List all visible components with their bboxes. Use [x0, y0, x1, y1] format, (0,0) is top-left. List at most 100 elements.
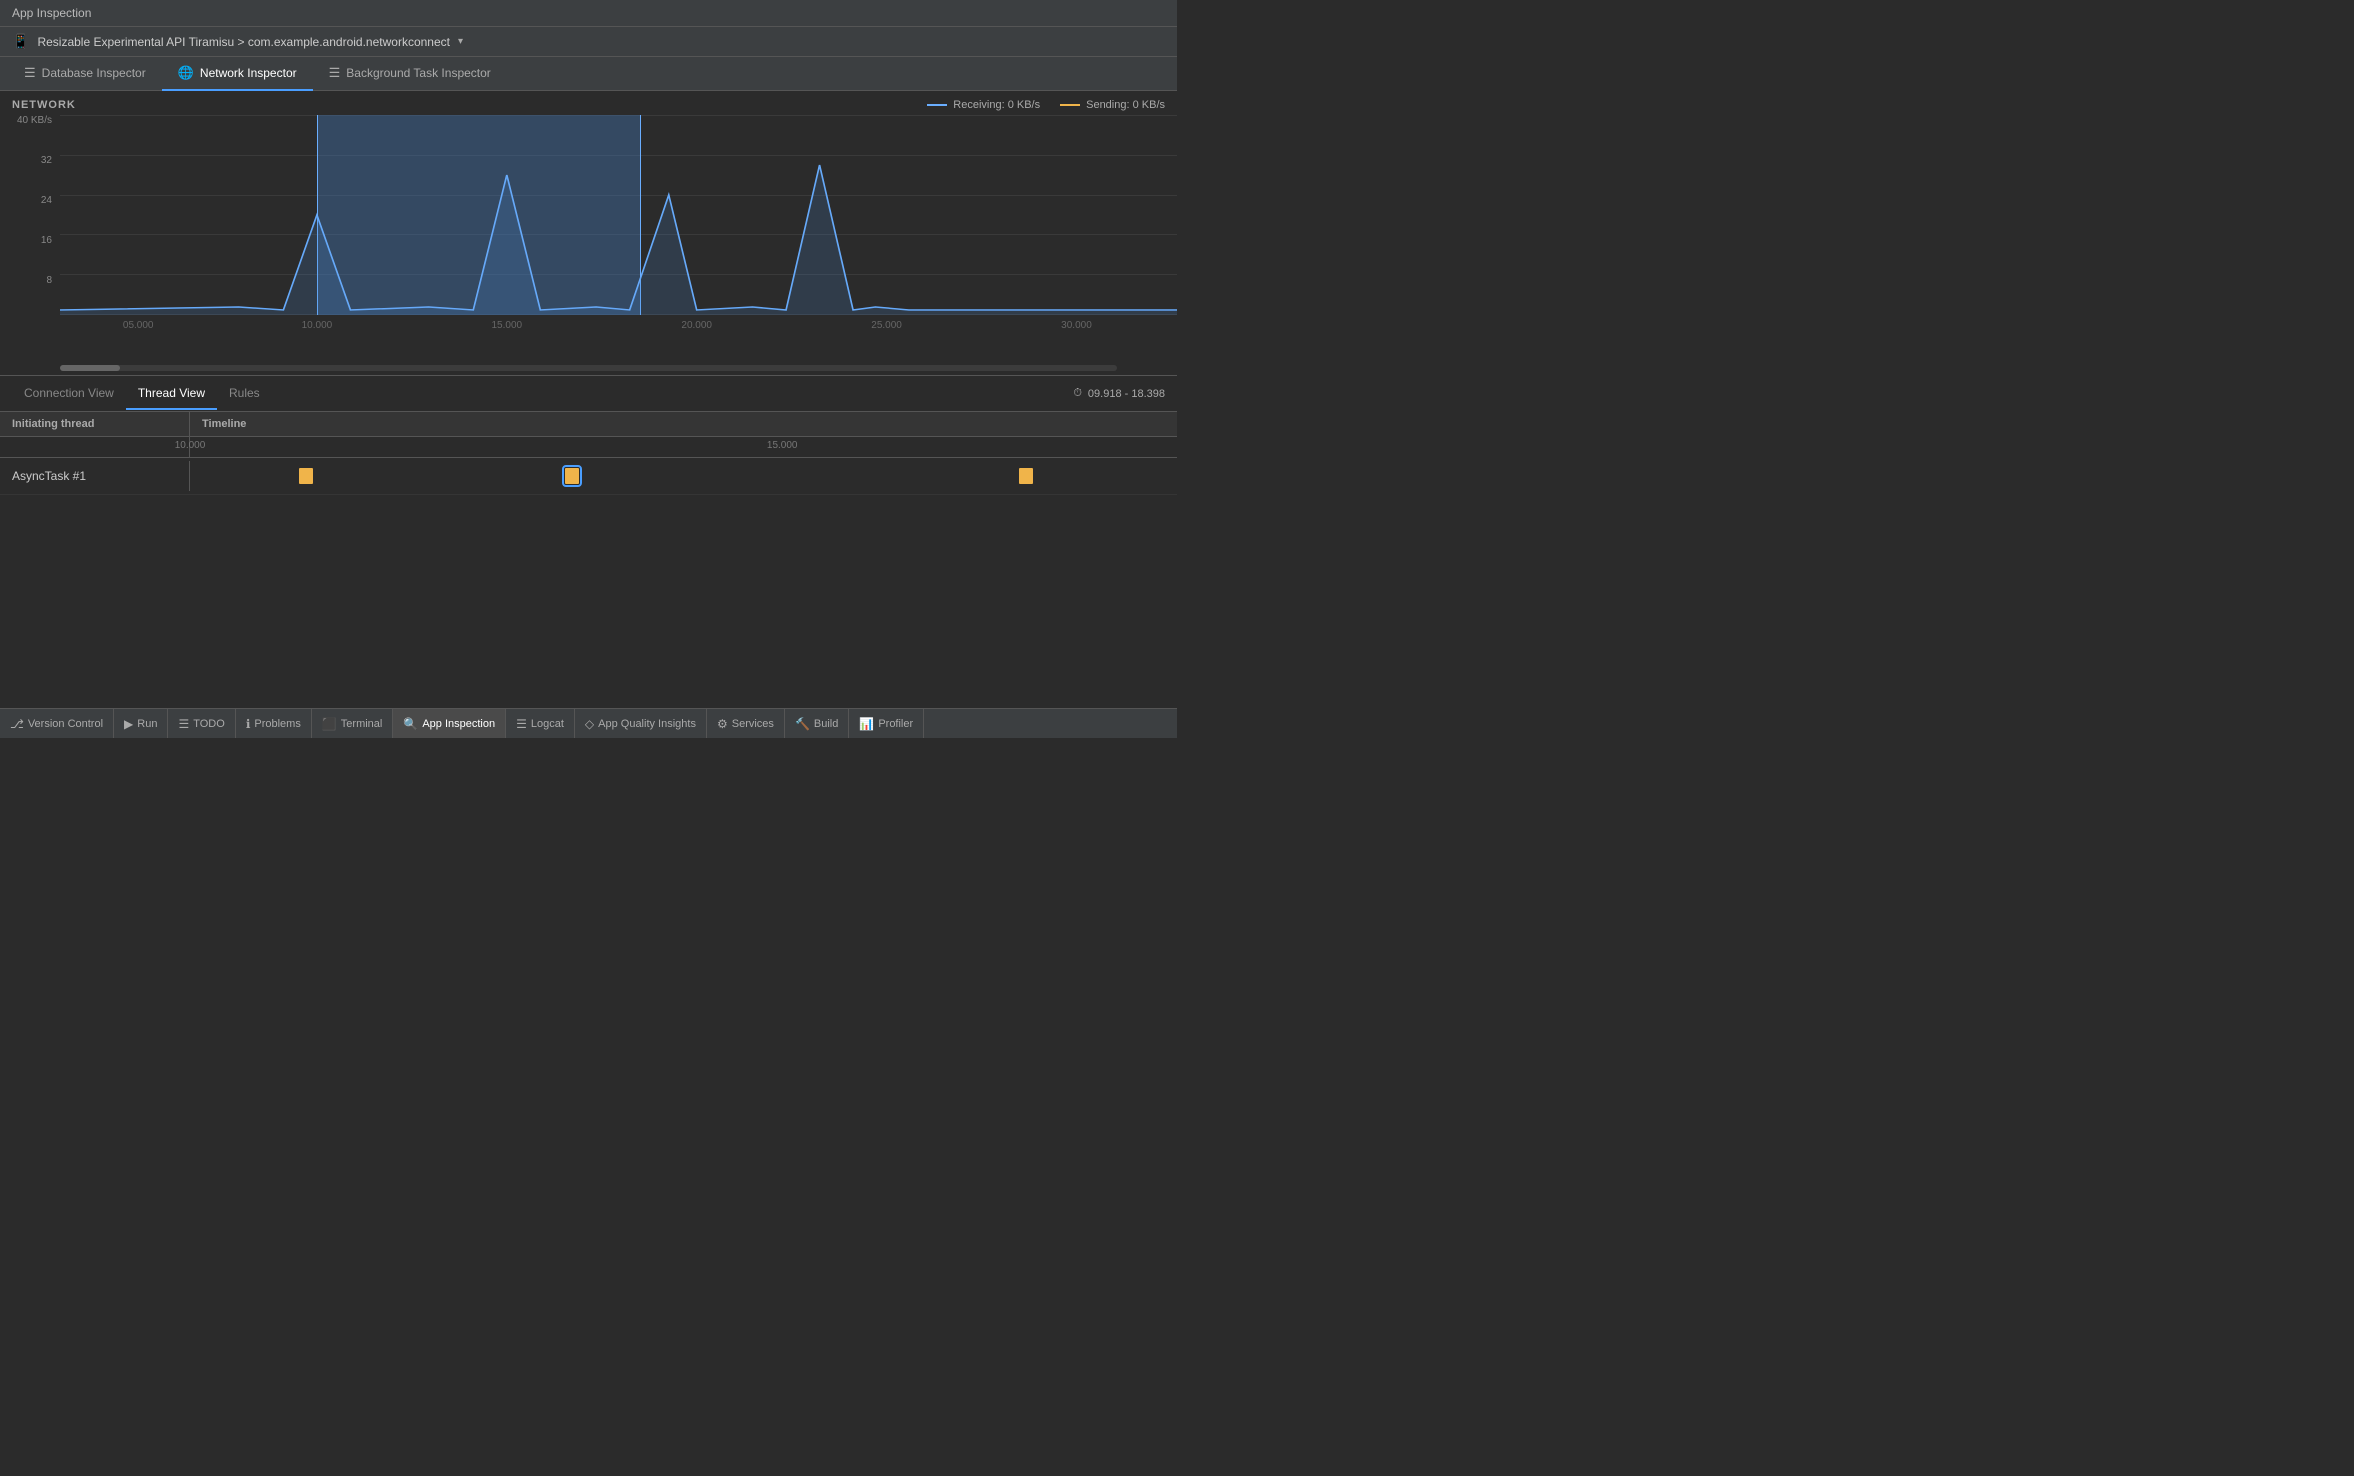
- logcat-icon: ☰: [516, 717, 527, 731]
- tab-background[interactable]: ☰ Background Task Inspector: [313, 57, 507, 91]
- legend-receiving: Receiving: 0 KB/s: [927, 99, 1040, 111]
- x-tick-15: 15.000: [492, 320, 523, 331]
- logcat-label: Logcat: [531, 718, 564, 730]
- device-chevron-icon[interactable]: ▾: [458, 36, 463, 47]
- thread-name-cell: AsyncTask #1: [0, 461, 190, 491]
- tab-background-label: Background Task Inspector: [346, 66, 491, 80]
- thread-table-header: Initiating thread Timeline: [0, 412, 1177, 437]
- chart-scrollbar-area: [0, 361, 1177, 375]
- run-icon: ▶: [124, 717, 133, 731]
- chart-legend: Receiving: 0 KB/s Sending: 0 KB/s: [927, 99, 1165, 111]
- device-selector-label: Resizable Experimental API Tiramisu > co…: [37, 35, 450, 49]
- y-axis: 40 KB/s 32 24 16 8: [0, 115, 60, 335]
- ruler-spacer: [0, 437, 190, 457]
- thread-timeline-cell[interactable]: [190, 458, 1177, 494]
- sending-label: Sending: 0 KB/s: [1086, 99, 1165, 111]
- problems-icon: ℹ: [246, 717, 251, 731]
- bottom-panel: Connection View Thread View Rules ⏱ 09.9…: [0, 376, 1177, 708]
- inspector-tab-bar: ☰ Database Inspector 🌐 Network Inspector…: [0, 57, 1177, 91]
- rules-label: Rules: [229, 386, 260, 400]
- tab-network-label: Network Inspector: [200, 66, 297, 80]
- thread-name: AsyncTask #1: [12, 469, 86, 483]
- legend-sending: Sending: 0 KB/s: [1060, 99, 1165, 111]
- time-range-value: 09.918 - 18.398: [1088, 388, 1165, 400]
- th-timeline: Timeline: [190, 412, 1177, 436]
- thread-table: Initiating thread Timeline 10.000 15.000: [0, 412, 1177, 708]
- y-tick-32: 32: [8, 155, 52, 166]
- ruler-area: 10.000 15.000: [190, 437, 1177, 457]
- status-build[interactable]: 🔨 Build: [785, 709, 849, 738]
- receiving-line: [927, 104, 947, 106]
- chart-svg: [60, 115, 1177, 315]
- status-logcat[interactable]: ☰ Logcat: [506, 709, 575, 738]
- scrollbar-thumb[interactable]: [60, 365, 120, 371]
- tab-connection-view[interactable]: Connection View: [12, 378, 126, 410]
- status-problems[interactable]: ℹ Problems: [236, 709, 312, 738]
- build-label: Build: [814, 718, 838, 730]
- y-tick-24: 24: [8, 195, 52, 206]
- clock-icon: ⏱: [1073, 387, 1082, 400]
- status-app-inspection[interactable]: 🔍 App Inspection: [393, 709, 506, 738]
- terminal-icon: ⬛: [322, 717, 337, 731]
- y-tick-16: 16: [8, 235, 52, 246]
- run-label: Run: [137, 718, 157, 730]
- table-row: AsyncTask #1: [0, 458, 1177, 495]
- x-tick-25: 25.000: [871, 320, 902, 331]
- tab-network[interactable]: 🌐 Network Inspector: [162, 57, 313, 91]
- tab-thread-view[interactable]: Thread View: [126, 378, 217, 410]
- profiler-label: Profiler: [878, 718, 913, 730]
- status-bar: ⎇ Version Control ▶ Run ☰ TODO ℹ Problem…: [0, 708, 1177, 738]
- network-icon: 🌐: [178, 65, 194, 81]
- x-tick-30: 30.000: [1061, 320, 1092, 331]
- app-quality-label: App Quality Insights: [598, 718, 696, 730]
- thread-view-label: Thread View: [138, 386, 205, 400]
- chart-body: 40 KB/s 32 24 16 8: [0, 115, 1177, 335]
- device-bar[interactable]: 📱 Resizable Experimental API Tiramisu > …: [0, 27, 1177, 57]
- todo-icon: ☰: [178, 717, 189, 731]
- tab-rules[interactable]: Rules: [217, 378, 272, 410]
- x-tick-05: 05.000: [123, 320, 154, 331]
- version-control-icon: ⎇: [10, 717, 24, 731]
- connection-view-label: Connection View: [24, 386, 114, 400]
- app-quality-icon: ◇: [585, 717, 594, 731]
- status-terminal[interactable]: ⬛ Terminal: [312, 709, 394, 738]
- task-block-1[interactable]: [299, 468, 313, 484]
- chart-canvas[interactable]: 05.000 10.000 15.000 20.000 25.000 30.00…: [60, 115, 1177, 335]
- task-block-3[interactable]: [1019, 468, 1033, 484]
- y-tick-40: 40 KB/s: [8, 115, 52, 126]
- x-tick-10: 10.000: [302, 320, 333, 331]
- y-tick-8: 8: [8, 275, 52, 286]
- todo-label: TODO: [193, 718, 225, 730]
- services-label: Services: [732, 718, 774, 730]
- tab-database-label: Database Inspector: [42, 66, 146, 80]
- task-block-2[interactable]: [565, 468, 579, 484]
- chart-header: NETWORK Receiving: 0 KB/s Sending: 0 KB/…: [0, 99, 1177, 115]
- sending-line: [1060, 104, 1080, 106]
- status-profiler[interactable]: 📊 Profiler: [849, 709, 924, 738]
- app-inspection-label: App Inspection: [422, 718, 495, 730]
- view-tab-bar: Connection View Thread View Rules ⏱ 09.9…: [0, 376, 1177, 412]
- tab-database[interactable]: ☰ Database Inspector: [8, 57, 162, 91]
- title-bar: App Inspection: [0, 0, 1177, 27]
- status-todo[interactable]: ☰ TODO: [168, 709, 235, 738]
- thread-rows: AsyncTask #1: [0, 458, 1177, 708]
- status-app-quality[interactable]: ◇ App Quality Insights: [575, 709, 707, 738]
- chart-title: NETWORK: [12, 99, 76, 111]
- profiler-icon: 📊: [859, 717, 874, 731]
- ruler-tick-15: 15.000: [767, 440, 798, 451]
- receiving-label: Receiving: 0 KB/s: [953, 99, 1040, 111]
- status-version-control[interactable]: ⎇ Version Control: [0, 709, 114, 738]
- version-control-label: Version Control: [28, 718, 103, 730]
- device-icon: 📱: [12, 33, 29, 50]
- build-icon: 🔨: [795, 717, 810, 731]
- title-label: App Inspection: [12, 6, 91, 20]
- terminal-label: Terminal: [341, 718, 383, 730]
- th-initiating: Initiating thread: [0, 412, 190, 436]
- status-services[interactable]: ⚙ Services: [707, 709, 785, 738]
- scrollbar-track[interactable]: [60, 365, 1117, 371]
- background-icon: ☰: [329, 65, 341, 81]
- services-icon: ⚙: [717, 717, 728, 731]
- app-inspection-icon: 🔍: [403, 717, 418, 731]
- status-run[interactable]: ▶ Run: [114, 709, 168, 738]
- ruler-tick-10: 10.000: [175, 440, 206, 451]
